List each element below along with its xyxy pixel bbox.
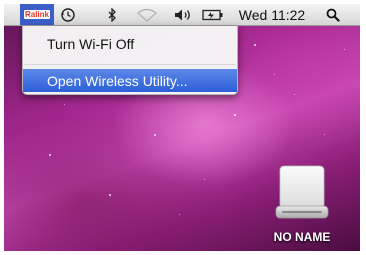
turn-wifi-off-item[interactable]: Turn Wi-Fi Off [23, 32, 237, 55]
wifi-icon[interactable] [137, 4, 157, 25]
ralink-label: Ralink [23, 10, 50, 19]
ralink-icon[interactable]: Ralink [20, 4, 54, 25]
drive-label: NO NAME [273, 230, 331, 244]
menu-separator [24, 64, 236, 65]
bluetooth-icon[interactable] [104, 4, 120, 25]
desktop: Ralink Wed 11:22 Turn Wi-Fi Off Open Wir… [4, 4, 360, 251]
spotlight-icon[interactable] [324, 4, 342, 25]
battery-icon[interactable] [200, 4, 226, 25]
wireless-dropdown-menu: Turn Wi-Fi Off Open Wireless Utility... [22, 26, 238, 95]
open-wireless-utility-item[interactable]: Open Wireless Utility... [23, 69, 237, 92]
drive-icon[interactable] [270, 162, 334, 224]
volume-icon[interactable] [172, 4, 196, 25]
time-machine-icon[interactable] [56, 4, 80, 25]
menu-bar-clock[interactable]: Wed 11:22 [234, 4, 310, 25]
menu-bar: Ralink Wed 11:22 [4, 4, 360, 26]
